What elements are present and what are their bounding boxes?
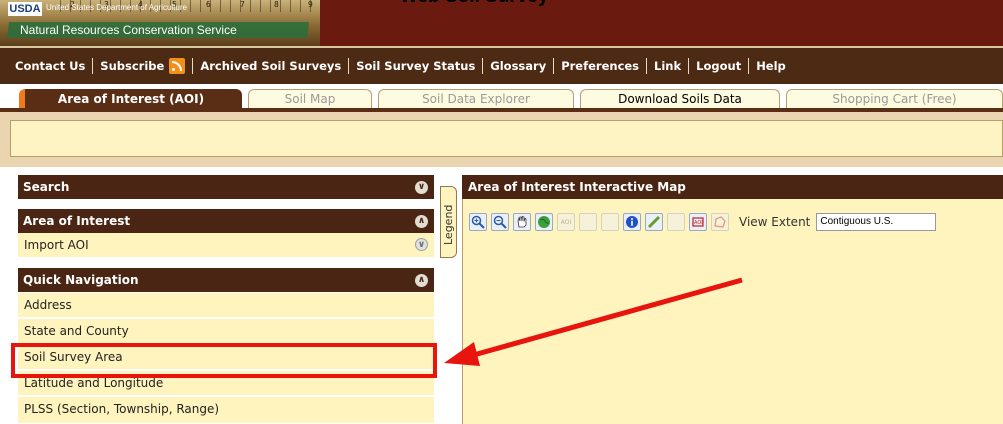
rss-icon[interactable] [169,58,186,74]
info-icon[interactable] [623,213,641,231]
svg-text:AOI: AOI [694,220,703,226]
view-extent-label: View Extent [739,215,811,229]
top-navigation: Contact Us Subscribe Archived Soil Surve… [0,46,1003,84]
zoom-out-icon[interactable] [491,213,509,231]
red-arrow-annotation [444,277,743,366]
back-icon[interactable] [579,213,597,231]
aoi-section-header[interactable]: Area of Interest ∧ [18,209,434,233]
nav-contact-us[interactable]: Contact Us [8,59,92,73]
tab-soil-data-explorer[interactable]: Soil Data Explorer [378,89,574,109]
web-soil-survey-window: 2 3 4 5 6 7 8 9 USDA United States Depar… [0,0,1003,424]
clear-icon[interactable] [667,213,685,231]
measure-icon[interactable] [645,213,663,231]
tab-shopping-cart[interactable]: Shopping Cart (Free) [786,89,1003,109]
forward-icon[interactable] [601,213,619,231]
tab-soil-map[interactable]: Soil Map [248,89,372,109]
import-aoi-item[interactable]: Import AOI ∨ [18,233,434,258]
usda-logo[interactable]: USDA [8,2,42,16]
nav-help[interactable]: Help [749,59,793,73]
nav-logout[interactable]: Logout [689,59,748,73]
quick-nav-address[interactable]: Address [18,293,434,318]
tab-download-soils-data[interactable]: Download Soils Data [580,89,780,109]
nav-subscribe[interactable]: Subscribe [93,58,192,74]
quick-navigation-header[interactable]: Quick Navigation ∧ [18,268,434,292]
nav-soil-survey-status[interactable]: Soil Survey Status [349,59,482,73]
header-banner: 2 3 4 5 6 7 8 9 USDA United States Depar… [0,0,1003,46]
service-name: Natural Resources Conservation Service [20,23,237,37]
quick-nav-plss[interactable]: PLSS (Section, Township, Range) [18,397,434,424]
nav-archived-soil-surveys[interactable]: Archived Soil Surveys [193,59,348,73]
map-panel-header: Area of Interest Interactive Map [462,175,1003,199]
main-tabs: Area of Interest (AOI) Soil Map Soil Dat… [0,84,1003,109]
tab-area-of-interest[interactable]: Area of Interest (AOI) [19,89,242,109]
nav-link[interactable]: Link [647,59,688,73]
view-extent-select[interactable]: Contiguous U.S. [816,213,937,231]
highlight-box-annotation [11,343,437,378]
message-area [10,120,1003,157]
app-title: Web Soil Survey [400,0,549,8]
legend-tab[interactable]: Legend [440,186,457,258]
aoi-icon[interactable]: AOI [557,213,575,231]
nav-glossary[interactable]: Glossary [483,59,553,73]
collapse-chevron-icon[interactable]: ∨ [415,181,428,194]
message-bar [0,112,1003,167]
pan-hand-icon[interactable] [513,213,531,231]
define-aoi-rect-icon[interactable]: AOI [689,213,707,231]
collapse-chevron-icon[interactable]: ∧ [415,215,428,228]
expand-chevron-icon[interactable]: ∨ [415,238,428,251]
zoom-in-icon[interactable] [469,213,487,231]
search-section-header[interactable]: Search ∨ [18,175,434,199]
nav-preferences[interactable]: Preferences [554,59,646,73]
department-name: United States Department of Agriculture [46,3,187,12]
collapse-chevron-icon[interactable]: ∧ [415,274,428,287]
quick-nav-state-and-county[interactable]: State and County [18,319,434,344]
map-toolbar: AOI AOI View Extent Contiguous U.S. [462,199,1003,245]
globe-icon[interactable] [535,213,553,231]
define-aoi-polygon-icon[interactable] [711,213,729,231]
